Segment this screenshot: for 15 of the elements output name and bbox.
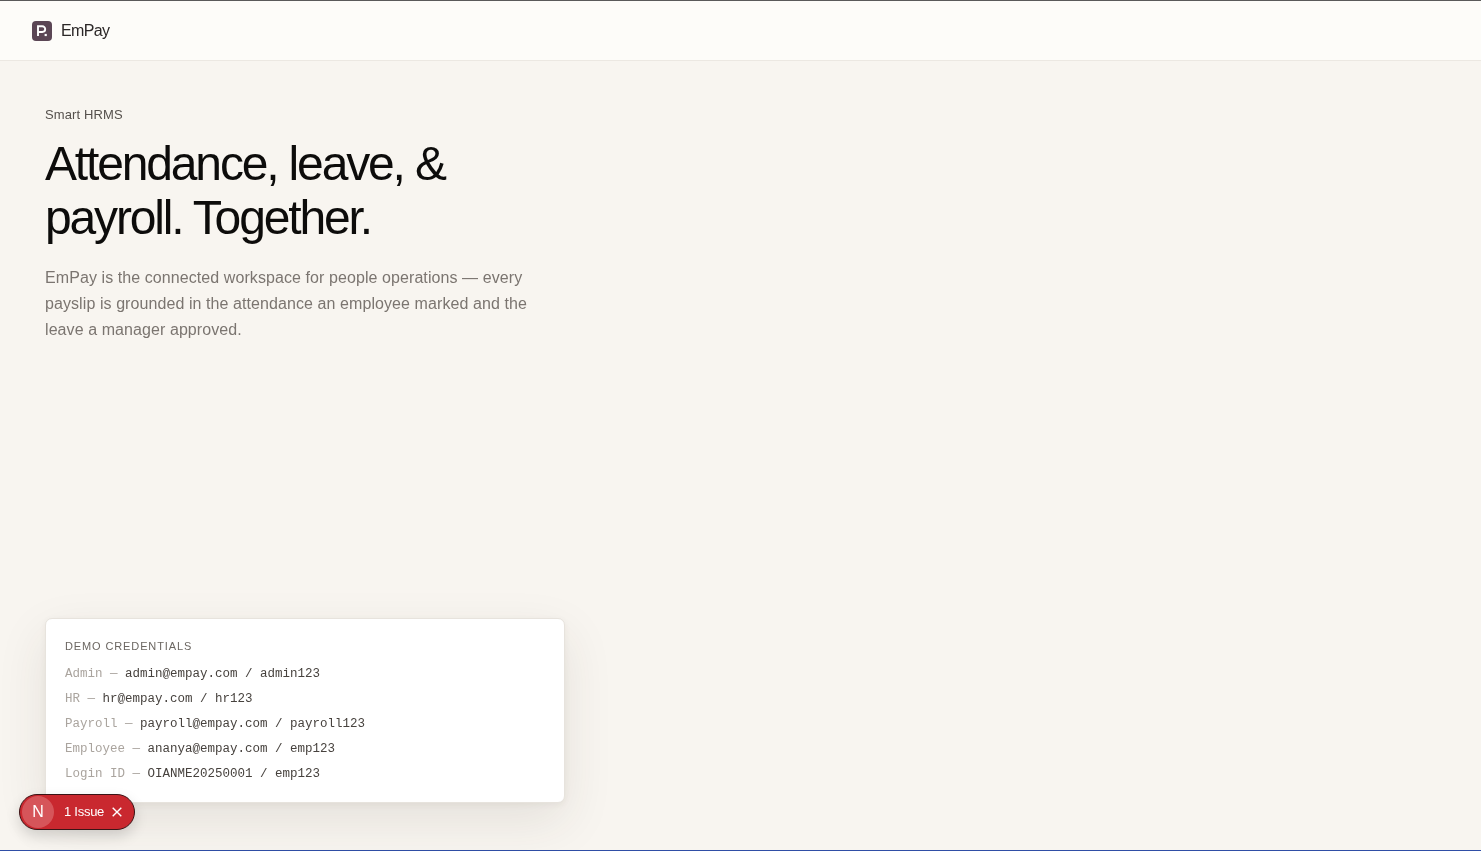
eyebrow-text: Smart HRMS xyxy=(45,107,124,123)
brand-name[interactable]: EmPay xyxy=(61,20,110,41)
issues-button[interactable]: 1 Issue xyxy=(64,804,105,820)
credential-line: HR — hr@empay.com / hr123 xyxy=(65,691,254,708)
credential-line: Payroll — payroll@empay.com / payroll123 xyxy=(65,716,367,733)
logo-letter: N xyxy=(22,796,54,828)
credential-line: Employee — ananya@empay.com / emp123 xyxy=(65,741,337,758)
close-icon xyxy=(112,807,123,817)
brand-logo-icon xyxy=(32,20,52,41)
close-button[interactable] xyxy=(112,807,123,817)
headline: Attendance, leave, & payroll. Together. xyxy=(45,137,447,245)
description-text: EmPay is the connected workspace for people operations — every payslip is grounded in the attendance an employee marked and the leave a manager approved. xyxy=(45,268,528,340)
card-title: DEMO CREDENTIALS xyxy=(65,639,194,653)
credential-line: Admin — admin@empay.com / admin123 xyxy=(65,666,322,683)
credential-line: Login ID — OIANME20250001 / emp123 xyxy=(65,766,322,783)
